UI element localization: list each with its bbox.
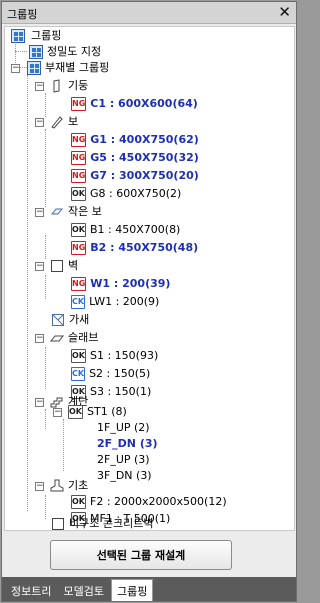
tree-item-b2[interactable]: NG B2 : 450X750(48) — [71, 239, 198, 257]
tree-small-beam-label: 작은 보 — [68, 205, 102, 218]
ng-badge-icon: NG — [71, 151, 87, 165]
tree-wall-label: 벽 — [68, 259, 79, 272]
tree-item-3f-dn[interactable]: 3F_DN (3) — [97, 467, 152, 485]
tree-item-b1[interactable]: OK B1 : 450X700(8) — [71, 221, 180, 239]
item-label: LW1 : 200(9) — [89, 295, 160, 308]
collapse-icon[interactable]: − — [35, 117, 44, 127]
grouping-icon — [11, 29, 25, 43]
item-label: C1 : 600X600(64) — [90, 97, 198, 110]
brace-icon — [52, 314, 64, 326]
ok-badge-icon: OK — [71, 223, 86, 237]
ng-badge-icon: NG — [71, 241, 87, 255]
grouping-icon — [29, 45, 43, 59]
grouping-icon — [27, 61, 41, 75]
tree-nonstructural-wall[interactable]: 비구조 콘크리트벽 — [51, 515, 154, 530]
item-label: G1 : 400X750(62) — [90, 133, 199, 146]
column-icon — [53, 79, 60, 93]
tree-item-g7[interactable]: NG G7 : 300X750(20) — [71, 167, 199, 185]
collapse-icon[interactable]: − — [35, 261, 44, 271]
slab-icon — [50, 335, 64, 342]
tree-column-label: 기둥 — [68, 79, 89, 92]
beam-icon — [51, 116, 63, 129]
ck-badge-icon: CK — [71, 367, 86, 381]
ck-badge-icon: CK — [71, 295, 86, 309]
collapse-icon[interactable]: − — [35, 81, 44, 91]
footing-icon — [50, 479, 64, 492]
item-label: G7 : 300X750(20) — [90, 169, 199, 182]
tree-item-lw1[interactable]: CK LW1 : 200(9) — [71, 293, 159, 311]
tree-beam-label: 보 — [68, 115, 79, 128]
bottom-tabs: 정보트리 모델검토 그룹핑 — [2, 577, 296, 601]
redesign-selected-group-button[interactable]: 선택된 그룹 재설계 — [50, 540, 232, 570]
item-label: G5 : 450X750(32) — [90, 151, 199, 164]
tab-grouping[interactable]: 그룹핑 — [110, 579, 154, 601]
ok-badge-icon: OK — [71, 187, 86, 201]
item-label: F2 : 2000x2000x500(12) — [90, 495, 227, 508]
panel-titlebar: 그룹핑 ✕ — [2, 2, 296, 24]
ng-badge-icon: NG — [71, 169, 87, 183]
tree-item-g8[interactable]: OK G8 : 600X750(2) — [71, 185, 181, 203]
wall-icon — [51, 260, 63, 272]
collapse-icon[interactable]: − — [35, 481, 44, 491]
panel-title: 그룹핑 — [7, 8, 38, 21]
collapse-icon[interactable]: − — [35, 207, 44, 217]
tree-item-c1[interactable]: NG C1 : 600X600(64) — [71, 95, 198, 113]
ok-badge-icon: OK — [71, 495, 86, 509]
tab-info-tree[interactable]: 정보트리 — [6, 581, 56, 601]
item-label: S1 : 150(93) — [90, 349, 159, 362]
tree-item-g5[interactable]: NG G5 : 450X750(32) — [71, 149, 199, 167]
item-label: W1 : 200(39) — [90, 277, 171, 290]
tree-nonstructural-label: 비구조 콘크리트벽 — [69, 517, 154, 530]
tab-model-review[interactable]: 모델검토 — [58, 581, 108, 601]
tree-wall[interactable]: − 벽 — [35, 257, 78, 275]
collapse-icon[interactable]: − — [35, 333, 44, 343]
small-beam-icon — [50, 208, 64, 215]
tree-item-s2[interactable]: CK S2 : 150(5) — [71, 365, 150, 383]
tree-item-f2[interactable]: OK F2 : 2000x2000x500(12) — [71, 493, 227, 511]
grouping-panel: 그룹핑 ✕ 그룹핑 정밀도 지정 − 부재별 그룹핑 − 기둥 NG C1: … — [1, 1, 297, 602]
tree-item-w1[interactable]: NG W1 : 200(39) — [71, 275, 170, 293]
collapse-icon[interactable]: − — [53, 407, 62, 417]
close-icon[interactable]: ✕ — [278, 4, 291, 20]
tree-small-beam[interactable]: − 작은 보 — [35, 203, 102, 221]
ng-badge-icon: NG — [71, 133, 87, 147]
item-label: B1 : 450X700(8) — [90, 223, 181, 236]
tree-slab[interactable]: − 슬래브 — [35, 329, 98, 347]
tree-item-g1[interactable]: NG G1 : 400X750(62) — [71, 131, 199, 149]
tree-column[interactable]: − 기둥 — [35, 77, 88, 95]
tree-slab-label: 슬래브 — [68, 331, 99, 344]
tree-item-s1[interactable]: OK S1 : 150(93) — [71, 347, 158, 365]
item-label: B2 : 450X750(48) — [90, 241, 199, 254]
tree-brace-label: 가새 — [69, 313, 90, 326]
item-label: S3 : 150(1) — [90, 385, 152, 398]
tree-by-member-label: 부재별 그룹핑 — [45, 61, 110, 74]
wall-icon — [52, 518, 64, 530]
tree-beam[interactable]: − 보 — [35, 113, 78, 131]
tree-brace[interactable]: 가새 — [51, 311, 89, 329]
item-label: S2 : 150(5) — [89, 367, 151, 380]
item-label: G8 : 600X750(2) — [90, 187, 182, 200]
tree-by-member[interactable]: − 부재별 그룹핑 — [11, 59, 109, 77]
collapse-icon[interactable]: − — [11, 63, 20, 73]
ng-badge-icon: NG — [71, 277, 87, 291]
ng-badge-icon: NG — [71, 97, 87, 111]
ok-badge-icon: OK — [71, 349, 86, 363]
item-label: 3F_DN (3) — [97, 469, 152, 482]
ok-badge-icon: OK — [68, 405, 83, 419]
grouping-tree: 그룹핑 정밀도 지정 − 부재별 그룹핑 − 기둥 NG C1 : 600X60… — [4, 26, 295, 531]
collapse-icon[interactable]: − — [35, 397, 44, 407]
